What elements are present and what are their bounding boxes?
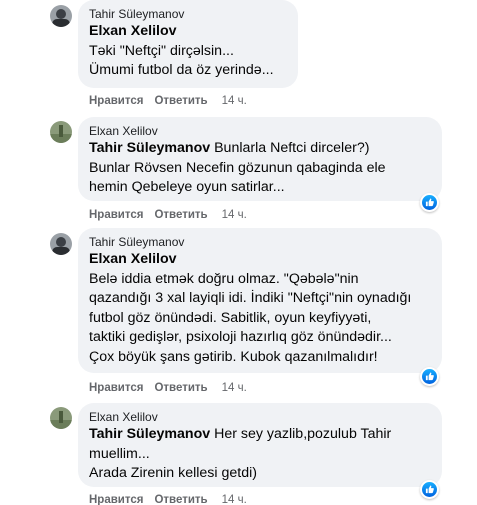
timestamp[interactable]: 14 ч. <box>222 94 247 108</box>
comment-actions: Нравится Ответить 14 ч. <box>89 493 247 505</box>
comment-text-line: qazandığı 3 xal layiqli idi. İndiki "Nef… <box>89 290 412 307</box>
comment-text-line: Təki "Neftçi" dirçəlsin... <box>89 42 234 59</box>
comment-bubble: Elxan Xelilov Tahir Süleymanov Bunlarla … <box>78 117 442 201</box>
mention-link[interactable]: Elxan Xelilov <box>89 22 287 42</box>
avatar[interactable] <box>50 407 72 429</box>
avatar[interactable] <box>50 5 72 27</box>
comment-actions: Нравится Ответить 14 ч. <box>89 208 247 222</box>
avatar-photo-tahir-icon <box>50 5 72 27</box>
timestamp[interactable]: 14 ч. <box>222 208 247 222</box>
timestamp[interactable]: 14 ч. <box>222 381 247 395</box>
avatar[interactable] <box>50 233 72 255</box>
comment-actions: Нравится Ответить 14 ч. <box>89 94 247 108</box>
comment-text-line: Tahir Süleymanov Her sey yazlib,pozulub … <box>89 425 431 445</box>
comment-text-line: Ümumi futbol da öz yerində... <box>89 62 274 79</box>
comment-author[interactable]: Elxan Xelilov <box>89 410 431 425</box>
avatar-photo-tahir-icon <box>50 233 72 255</box>
comment-thread: Tahir Süleymanov Elxan Xelilov Təki "Nef… <box>0 0 477 505</box>
comment-text-line: muellim... <box>89 445 150 462</box>
comment-author[interactable]: Elxan Xelilov <box>89 124 431 139</box>
comment-author[interactable]: Tahir Süleymanov <box>89 7 287 22</box>
comment-text-line: Çox böyük şans gətirib. Kubok qazanılmal… <box>89 348 378 365</box>
comment-bubble: Tahir Süleymanov Elxan Xelilov Təki "Nef… <box>78 0 298 88</box>
like-button[interactable]: Нравится <box>89 94 143 108</box>
mention-link[interactable]: Tahir Süleymanov <box>89 140 210 156</box>
comment-author[interactable]: Tahir Süleymanov <box>89 235 431 250</box>
mention-link[interactable]: Tahir Süleymanov <box>89 426 210 442</box>
comment-text-line: Belə iddia etmək doğru olmaz. "Qəbələ"ni… <box>89 270 359 287</box>
like-button[interactable]: Нравится <box>89 381 143 395</box>
avatar-photo-elxan-icon <box>50 407 72 429</box>
like-reaction-icon <box>422 369 437 384</box>
avatar[interactable] <box>50 121 72 143</box>
like-button[interactable]: Нравится <box>89 208 143 222</box>
mention-link[interactable]: Elxan Xelilov <box>89 250 431 270</box>
comment-text-line: Tahir Süleymanov Bunlarla Neftci dircele… <box>89 139 431 159</box>
comment-text-line: futbol göz önündədi. Sabitlik, oyun keyf… <box>89 309 372 326</box>
like-button[interactable]: Нравится <box>89 493 143 505</box>
reaction-badge[interactable] <box>420 480 439 499</box>
reply-button[interactable]: Ответить <box>154 493 207 505</box>
comment-bubble: Tahir Süleymanov Elxan Xelilov Belə iddi… <box>78 228 442 373</box>
reply-button[interactable]: Ответить <box>154 381 207 395</box>
comment-text-inline: Her sey yazlib,pozulub Tahir <box>210 426 392 442</box>
reaction-badge[interactable] <box>420 193 439 212</box>
reply-button[interactable]: Ответить <box>154 208 207 222</box>
reply-button[interactable]: Ответить <box>154 94 207 108</box>
comment-text-line: taktiki gedişlər, psixoloji hazırlıq göz… <box>89 329 392 346</box>
timestamp[interactable]: 14 ч. <box>222 493 247 505</box>
comment-actions: Нравится Ответить 14 ч. <box>89 381 247 395</box>
like-reaction-icon <box>422 482 437 497</box>
reaction-badge[interactable] <box>420 367 439 386</box>
comment-text-line: Bunlar Rövsen Necefin gözunun qabaginda … <box>89 159 386 176</box>
comment-text-line: hemin Qebeleye oyun satirlar... <box>89 179 285 196</box>
avatar-photo-elxan-icon <box>50 121 72 143</box>
like-reaction-icon <box>422 195 437 210</box>
comment-bubble: Elxan Xelilov Tahir Süleymanov Her sey y… <box>78 403 442 487</box>
comment-text-line: Arada Zirenin kellesi getdi) <box>89 465 257 482</box>
comment-text-inline: Bunlarla Neftci dirceler?) <box>210 140 370 156</box>
